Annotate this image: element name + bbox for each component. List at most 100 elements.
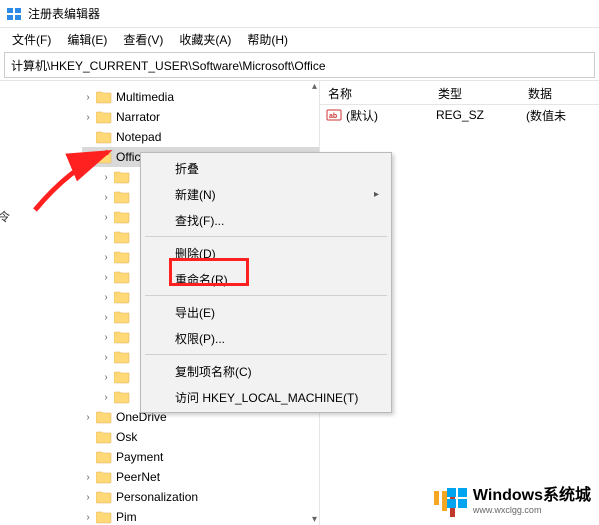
value-type: REG_SZ — [436, 108, 526, 122]
folder-icon — [114, 210, 130, 224]
folder-icon — [114, 310, 130, 324]
ctx-permissions[interactable]: 权限(P)... — [143, 325, 389, 351]
col-name[interactable]: 名称 — [320, 81, 430, 104]
svg-text:ab: ab — [329, 113, 337, 120]
expand-icon[interactable]: › — [82, 471, 94, 483]
expand-icon[interactable]: › — [82, 491, 94, 503]
tree-item-label: Notepad — [116, 130, 161, 144]
title-bar: 注册表编辑器 — [0, 0, 599, 28]
tree-item-label: PeerNet — [116, 470, 160, 484]
folder-icon — [114, 390, 130, 404]
expand-icon[interactable]: › — [100, 391, 112, 403]
expand-icon — [82, 431, 94, 443]
expand-icon[interactable]: ⌄ — [82, 151, 94, 163]
folder-icon — [114, 170, 130, 184]
ctx-goto[interactable]: 访问 HKEY_LOCAL_MACHINE(T) — [143, 384, 389, 410]
menu-help[interactable]: 帮助(H) — [239, 29, 296, 50]
expand-icon[interactable]: › — [100, 251, 112, 263]
separator — [145, 354, 387, 355]
ctx-copykey[interactable]: 复制项名称(C) — [143, 358, 389, 384]
expand-icon[interactable]: › — [82, 111, 94, 123]
string-value-icon: ab — [326, 107, 342, 123]
tree-item[interactable]: › Pim — [82, 507, 319, 525]
folder-icon — [96, 150, 112, 164]
tree-item[interactable]: › Narrator — [82, 107, 319, 127]
tree-item-label: Personalization — [116, 490, 198, 504]
tree-item-label: Narrator — [116, 110, 160, 124]
expand-icon[interactable]: › — [82, 91, 94, 103]
folder-icon — [114, 190, 130, 204]
tree-item-label: Multimedia — [116, 90, 174, 104]
menu-favorites[interactable]: 收藏夹(A) — [171, 29, 239, 50]
ctx-collapse[interactable]: 折叠 — [143, 155, 389, 181]
folder-icon — [114, 330, 130, 344]
folder-icon — [114, 290, 130, 304]
menu-view[interactable]: 查看(V) — [115, 29, 171, 50]
tree-item-label: Osk — [116, 430, 137, 444]
window-title: 注册表编辑器 — [28, 5, 100, 22]
expand-icon[interactable]: › — [100, 371, 112, 383]
app-icon — [6, 6, 22, 22]
tree-item[interactable]: › PeerNet — [82, 467, 319, 487]
expand-icon[interactable]: › — [82, 511, 94, 523]
tree-item[interactable]: Osk — [82, 427, 319, 447]
list-header: 名称 类型 数据 — [320, 81, 599, 105]
expand-icon — [82, 451, 94, 463]
folder-icon — [96, 490, 112, 504]
ctx-find[interactable]: 查找(F)... — [143, 207, 389, 233]
watermark-text: Windows系统城 — [473, 481, 591, 505]
address-bar[interactable]: 计算机\HKEY_CURRENT_USER\Software\Microsoft… — [4, 52, 595, 78]
folder-icon — [114, 350, 130, 364]
expand-icon[interactable]: › — [82, 411, 94, 423]
tree-item[interactable]: › Personalization — [82, 487, 319, 507]
folder-icon — [96, 430, 112, 444]
context-menu: 折叠 新建(N)▸ 查找(F)... 删除(D) 重命名(R) 导出(E) 权限… — [140, 152, 392, 413]
expand-icon[interactable]: › — [100, 291, 112, 303]
folder-icon — [96, 110, 112, 124]
ctx-rename[interactable]: 重命名(R) — [143, 266, 389, 292]
expand-icon[interactable]: › — [100, 191, 112, 203]
scroll-down-icon[interactable]: ▾ — [312, 514, 317, 525]
cutoff-label: 令 — [0, 208, 10, 225]
expand-icon[interactable]: › — [100, 331, 112, 343]
menu-file[interactable]: 文件(F) — [4, 29, 59, 50]
folder-icon — [96, 130, 112, 144]
folder-icon — [96, 410, 112, 424]
folder-icon — [114, 370, 130, 384]
folder-icon — [96, 470, 112, 484]
menu-bar: 文件(F) 编辑(E) 查看(V) 收藏夹(A) 帮助(H) — [0, 28, 599, 50]
folder-icon — [114, 230, 130, 244]
value-row[interactable]: ab (默认) REG_SZ (数值未 — [320, 105, 599, 125]
ctx-delete[interactable]: 删除(D) — [143, 240, 389, 266]
tree-item-label: Pim — [116, 510, 137, 524]
value-name: (默认) — [346, 107, 436, 124]
expand-icon[interactable]: › — [100, 231, 112, 243]
tree-item[interactable]: Notepad — [82, 127, 319, 147]
expand-icon[interactable]: › — [100, 271, 112, 283]
col-type[interactable]: 类型 — [430, 81, 520, 104]
expand-icon[interactable]: › — [100, 351, 112, 363]
value-data: (数值未 — [526, 107, 566, 124]
folder-icon — [114, 270, 130, 284]
separator — [145, 295, 387, 296]
folder-icon — [96, 90, 112, 104]
expand-icon[interactable]: › — [100, 311, 112, 323]
ctx-export[interactable]: 导出(E) — [143, 299, 389, 325]
tree-item[interactable]: › Multimedia — [82, 87, 319, 107]
separator — [145, 236, 387, 237]
watermark-url: www.wxclgg.com — [473, 505, 591, 515]
expand-icon[interactable]: › — [100, 171, 112, 183]
submenu-arrow-icon: ▸ — [374, 189, 379, 200]
ctx-new[interactable]: 新建(N)▸ — [143, 181, 389, 207]
col-data[interactable]: 数据 — [520, 81, 561, 104]
expand-icon — [82, 131, 94, 143]
folder-icon — [114, 250, 130, 264]
windows-logo-icon — [447, 488, 467, 508]
tree-item-label: Payment — [116, 450, 163, 464]
menu-edit[interactable]: 编辑(E) — [59, 29, 115, 50]
expand-icon[interactable]: › — [100, 211, 112, 223]
address-text: 计算机\HKEY_CURRENT_USER\Software\Microsoft… — [11, 57, 326, 74]
tree-item[interactable]: Payment — [82, 447, 319, 467]
folder-icon — [96, 450, 112, 464]
watermark: Windows系统城 www.wxclgg.com — [447, 481, 591, 515]
